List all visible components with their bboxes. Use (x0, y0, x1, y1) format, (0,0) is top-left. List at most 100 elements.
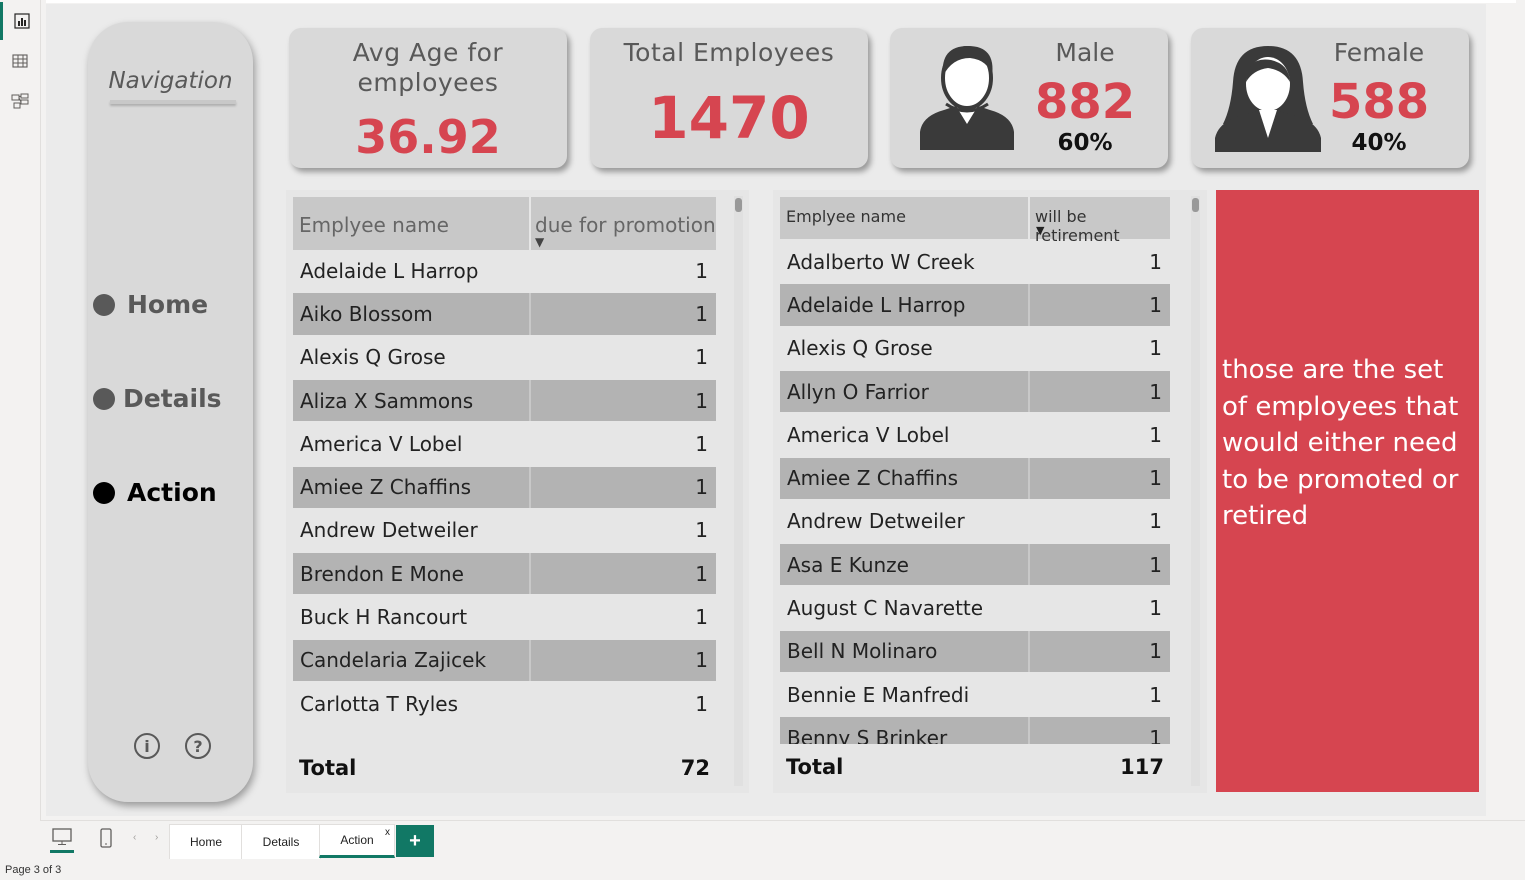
retirement-total-label: Total (786, 755, 844, 779)
table-row[interactable]: America V Lobel 1 (780, 414, 1170, 455)
sort-desc-icon[interactable]: ▼ (1036, 224, 1044, 237)
table-row[interactable]: Bennie E Manfredi 1 (780, 674, 1170, 715)
employee-name-cell: Aliza X Sammons (300, 388, 474, 413)
table-row[interactable]: Brendon E Mone 1 (293, 553, 716, 595)
employee-name-cell: Alexis Q Grose (300, 345, 446, 370)
promotion-col-name-header[interactable]: Emplyee name (299, 213, 449, 237)
next-page-icon[interactable]: › (155, 832, 158, 843)
table-row[interactable]: Bell N Molinaro 1 (780, 630, 1170, 672)
employee-name-cell: Bennie E Manfredi (787, 682, 970, 707)
employee-name-cell: Benny S Brinker (787, 725, 948, 744)
employee-name-cell: Alexis Q Grose (787, 336, 933, 361)
info-icon[interactable]: i (134, 733, 160, 759)
table-row[interactable]: Allyn O Farrior 1 (780, 370, 1170, 413)
table-row[interactable]: Amiee Z Chaffins 1 (293, 466, 716, 508)
table-row[interactable]: Adelaide L Harrop 1 (293, 250, 716, 291)
table-row[interactable]: Buck H Rancourt 1 (293, 596, 716, 637)
navigation-title: Navigation (108, 68, 233, 94)
close-tab-icon[interactable]: x (385, 827, 390, 838)
nav-details-label: Details (123, 384, 222, 413)
value-cell: 1 (1149, 422, 1162, 447)
report-view-icon[interactable] (0, 2, 40, 40)
value-cell: 1 (1149, 596, 1162, 621)
nav-action-label: Action (127, 478, 217, 507)
promotion-rows: Adelaide L Harrop 1 Aiko Blossom 1 Alexis Q … (293, 250, 716, 743)
active-layout-indicator (50, 850, 74, 853)
table-row[interactable]: Andrew Detweiler 1 (293, 510, 716, 551)
employee-name-cell: Adelaide L Harrop (787, 292, 966, 317)
desktop-layout-icon[interactable] (50, 828, 74, 853)
table-row[interactable]: Alexis Q Grose 1 (780, 328, 1170, 369)
total-employees-value: 1470 (648, 84, 810, 152)
mobile-layout-icon[interactable] (100, 828, 112, 853)
retirement-table: Emplyee name will be retirement ▼ Adalbe… (773, 190, 1207, 793)
promotion-col-value-header[interactable]: due for promotion (535, 213, 716, 237)
table-row[interactable]: Aliza X Sammons 1 (293, 379, 716, 422)
table-row[interactable]: Aiko Blossom 1 (293, 293, 716, 335)
male-title-label: Male (1055, 38, 1115, 67)
tab-action[interactable]: Action x (319, 824, 395, 858)
value-cell: 1 (529, 293, 716, 335)
value-cell: 1 (695, 605, 708, 630)
tab-home[interactable]: Home (169, 824, 243, 860)
tab-details[interactable]: Details (241, 824, 321, 860)
value-cell: 1 (529, 639, 716, 681)
help-icon[interactable]: ? (185, 733, 211, 759)
table-row[interactable]: Andrew Detweiler 1 (780, 501, 1170, 542)
nav-action-dot (93, 481, 115, 504)
table-row[interactable]: Carlotta T Ryles 1 (293, 683, 716, 724)
value-cell: 1 (695, 345, 708, 370)
table-row[interactable]: Adalberto W Creek 1 (780, 241, 1170, 282)
employee-name-cell: Candelaria Zajicek (300, 648, 487, 673)
value-cell: 1 (529, 466, 716, 508)
female-card: Female 588 40% (1191, 28, 1469, 168)
table-view-icon[interactable] (0, 42, 40, 80)
table-row[interactable]: Candelaria Zajicek 1 (293, 639, 716, 681)
prev-page-icon[interactable]: ‹ (133, 832, 136, 843)
retirement-col-value-header[interactable]: will be retirement (1035, 207, 1170, 245)
page-indicator: Page 3 of 3 (5, 864, 62, 876)
retirement-col-name-header[interactable]: Emplyee name (786, 207, 906, 226)
sort-desc-icon[interactable]: ▼ (535, 235, 544, 249)
table-row[interactable]: Amiee Z Chaffins 1 (780, 457, 1170, 499)
avg-age-value: 36.92 (355, 110, 501, 164)
value-cell: 1 (529, 379, 716, 422)
retirement-rows: Adalberto W Creek 1 Adelaide L Harrop 1 Alex… (780, 241, 1170, 744)
value-cell: 1 (695, 431, 708, 456)
nav-home-dot (93, 293, 115, 316)
value-cell: 1 (1028, 630, 1170, 672)
nav-details-button[interactable]: Details (93, 384, 222, 413)
table-row[interactable]: Asa E Kunze 1 (780, 544, 1170, 586)
male-card: Male 882 60% (890, 28, 1168, 168)
table-row[interactable]: America V Lobel 1 (293, 423, 716, 464)
table-row[interactable]: August C Navarette 1 (780, 587, 1170, 628)
explanation-note: those are the set of employees that woul… (1216, 190, 1479, 792)
employee-name-cell: August C Navarette (787, 596, 984, 621)
total-employees-card: Total Employees 1470 (590, 28, 868, 168)
promotion-scrollbar-thumb[interactable] (735, 198, 742, 212)
promotion-total-value: 72 (680, 756, 710, 780)
table-row[interactable]: Adelaide L Harrop 1 (780, 284, 1170, 326)
table-row[interactable]: Benny S Brinker 1 (780, 717, 1170, 744)
nav-action-button[interactable]: Action (93, 478, 217, 507)
model-view-icon[interactable] (0, 82, 40, 120)
employee-name-cell: Andrew Detweiler (300, 518, 478, 543)
value-cell: 1 (695, 518, 708, 543)
retirement-total-value: 117 (1120, 755, 1164, 779)
value-cell: 1 (529, 553, 716, 595)
value-cell: 1 (1149, 336, 1162, 361)
navigation-panel: Navigation Home Details Action i ? (88, 22, 253, 802)
table-row[interactable]: Alexis Q Grose 1 (293, 337, 716, 378)
value-cell: 1 (1028, 717, 1170, 744)
value-cell: 1 (1028, 544, 1170, 586)
promotion-scrollbar[interactable] (734, 196, 743, 786)
employee-name-cell: Amiee Z Chaffins (787, 466, 959, 491)
employee-name-cell: Bell N Molinaro (787, 639, 938, 664)
tab-action-label: Action (340, 833, 374, 847)
value-cell: 1 (695, 691, 708, 716)
nav-home-button[interactable]: Home (93, 290, 208, 319)
add-page-button[interactable]: + (396, 825, 434, 857)
retirement-scrollbar[interactable] (1191, 196, 1200, 786)
retirement-scrollbar-thumb[interactable] (1192, 198, 1199, 212)
promotion-table-header: Emplyee name due for promotion ▼ (293, 197, 716, 250)
